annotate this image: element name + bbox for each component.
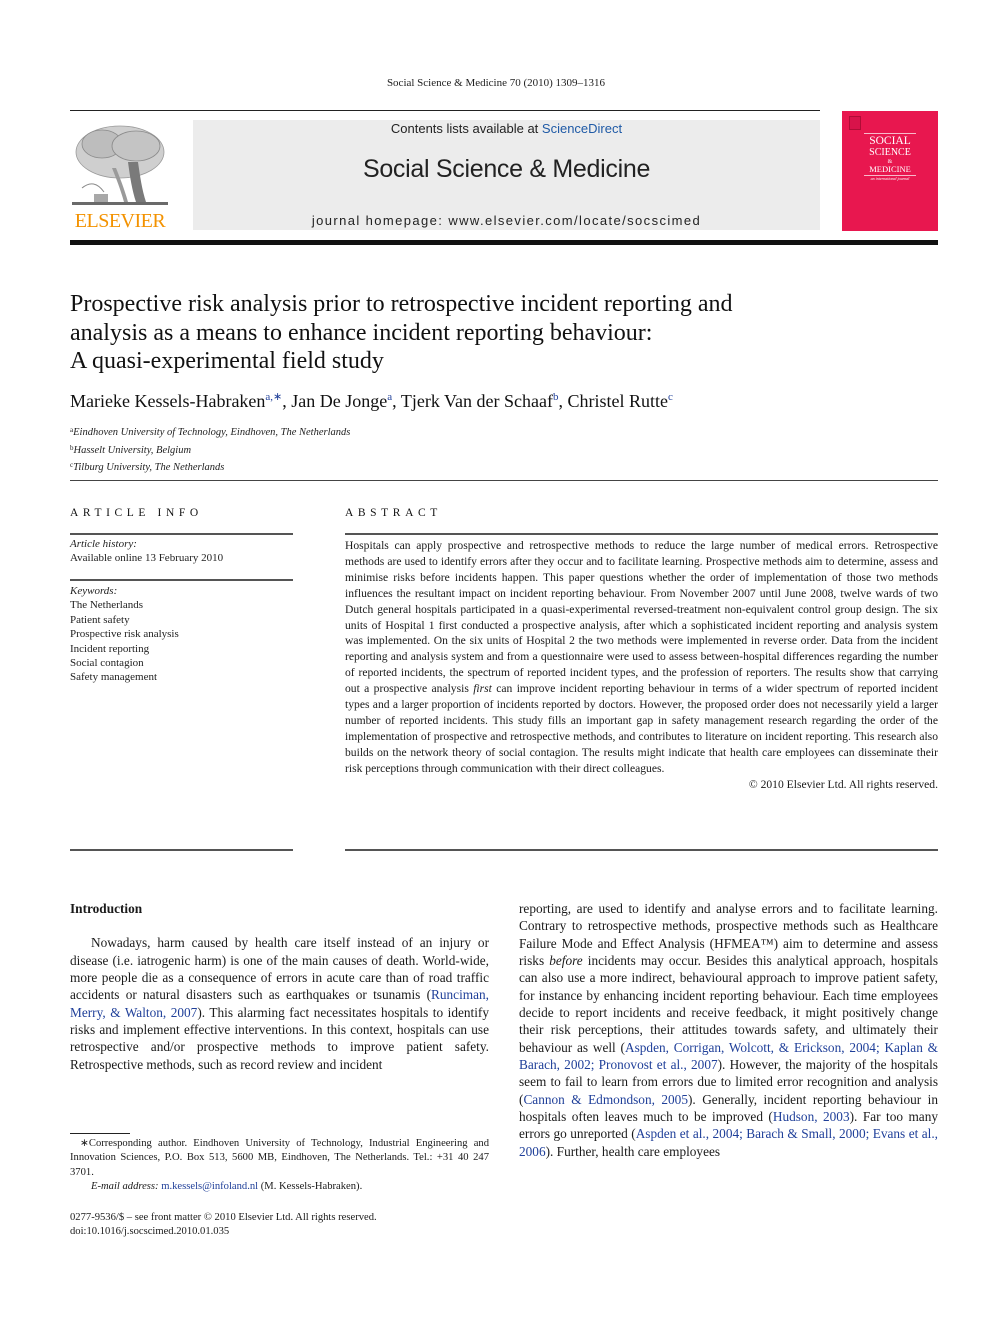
- elsevier-tree-icon: [72, 122, 168, 210]
- keyword-item: Incident reporting: [70, 642, 150, 655]
- affiliation-list: aEindhoven University of Technology, Ein…: [70, 423, 350, 476]
- elsevier-wordmark: ELSEVIER: [74, 210, 166, 232]
- running-head: Social Science & Medicine 70 (2010) 1309…: [386, 77, 606, 89]
- body-paragraph: reporting, are used to identify and anal…: [519, 900, 938, 1160]
- section-heading-introduction: Introduction: [70, 901, 143, 916]
- journal-banner: Contents lists available at ScienceDirec…: [193, 120, 820, 230]
- corresponding-author-footnote: ∗Corresponding author. Eindhoven Univers…: [70, 1137, 489, 1195]
- abstract-text: Hospitals can apply prospective and retr…: [345, 538, 938, 777]
- keyword-item: Safety management: [70, 671, 158, 684]
- cover-title-line: SCIENCE: [869, 147, 911, 158]
- citation-link[interactable]: Cannon & Edmondson, 2005: [523, 1092, 688, 1107]
- publisher-logo[interactable]: ELSEVIER: [70, 120, 170, 232]
- article-info-rule: [70, 533, 293, 535]
- title-line: A quasi-experimental field study: [70, 348, 384, 374]
- article-info-rule: [70, 579, 293, 581]
- title-line: Prospective risk analysis prior to retro…: [70, 291, 733, 317]
- author-list: Marieke Kessels-Habrakena,∗, Jan De Jong…: [70, 390, 930, 412]
- body-text: ). Further, health care employees: [545, 1143, 721, 1159]
- issn-line: 0277-9536/$ – see front matter © 2010 El…: [70, 1212, 377, 1223]
- cover-publisher-icon: [849, 116, 861, 130]
- cover-title-line: MEDICINE: [869, 164, 911, 174]
- affiliation-item: bHasselt University, Belgium: [70, 441, 350, 459]
- masthead-rule: [70, 240, 938, 245]
- article-history-value: Available online 13 February 2010: [70, 552, 224, 565]
- doi-link[interactable]: doi:10.1016/j.socscimed.2010.01.035: [70, 1225, 490, 1239]
- body-paragraph: Nowadays, harm caused by health care its…: [70, 934, 489, 1073]
- author-separator: ,: [392, 391, 401, 411]
- affiliation-text: Tilburg University, The Netherlands: [73, 462, 225, 473]
- abstract-emphasis: first: [473, 682, 492, 696]
- email-link[interactable]: m.kessels@infoland.nl: [161, 1181, 258, 1192]
- section-divider: [70, 480, 938, 481]
- article-history: Article history: Available online 13 Feb…: [70, 537, 293, 566]
- title-line: analysis as a means to enhance incident …: [70, 319, 653, 346]
- abstract-heading: ABSTRACT: [345, 507, 442, 519]
- citation-link[interactable]: Hudson, 2003: [773, 1109, 850, 1124]
- body-text: Nowadays, harm caused by health care its…: [70, 935, 489, 1003]
- affiliation-text: Eindhoven University of Technology, Eind…: [73, 427, 351, 438]
- author-name[interactable]: Tjerk Van der Schaaf: [401, 391, 553, 411]
- contents-line: Contents lists available at ScienceDirec…: [193, 121, 820, 136]
- keywords-label: Keywords:: [70, 585, 118, 597]
- keyword-item: Prospective risk analysis: [70, 628, 179, 641]
- author-affiliation-marker[interactable]: a,∗: [265, 391, 282, 403]
- author-separator: ,: [282, 391, 292, 411]
- email-label: E-mail address:: [91, 1181, 159, 1193]
- abstract-body: Hospitals can apply prospective and retr…: [345, 538, 938, 793]
- article-title: Prospective risk analysis prior to retro…: [70, 290, 870, 376]
- cover-tagline: an international journal: [870, 176, 910, 181]
- email-owner: (M. Kessels-Habraken).: [258, 1181, 363, 1193]
- cover-rule: [864, 133, 916, 134]
- keyword-item: Social contagion: [70, 657, 144, 670]
- affiliation-text: Hasselt University, Belgium: [73, 444, 192, 456]
- author-name[interactable]: Marieke Kessels-Habraken: [70, 391, 265, 411]
- email-line: E-mail address: m.kessels@infoland.nl (M…: [70, 1180, 489, 1194]
- author-name[interactable]: Jan De Jonge: [291, 391, 387, 411]
- contents-prefix: Contents lists available at: [390, 121, 542, 136]
- cover-title-line: SOCIAL: [869, 135, 911, 147]
- keyword-item: Patient safety: [70, 613, 130, 626]
- article-info-heading: ARTICLE INFO: [70, 507, 203, 519]
- affiliation-item: aEindhoven University of Technology, Ein…: [70, 423, 350, 441]
- abstract-rule: [345, 533, 938, 535]
- article-history-label: Article history:: [70, 538, 137, 550]
- affiliation-item: cTilburg University, The Netherlands: [70, 458, 350, 476]
- abstract-copyright: © 2010 Elsevier Ltd. All rights reserved…: [748, 777, 938, 791]
- abstract-rule: [345, 849, 938, 851]
- article-info-rule: [70, 849, 293, 851]
- author-name[interactable]: Christel Rutte: [567, 391, 668, 411]
- author-affiliation-marker[interactable]: c: [668, 391, 673, 403]
- abstract-text-part: can improve incident reporting behaviour…: [345, 682, 938, 775]
- issn-doi-block: 0277-9536/$ – see front matter © 2010 El…: [70, 1211, 490, 1240]
- journal-cover-thumbnail[interactable]: SOCIAL SCIENCE & MEDICINE an internation…: [842, 111, 938, 231]
- sciencedirect-link[interactable]: ScienceDirect: [542, 121, 622, 136]
- journal-title: Social Science & Medicine: [362, 155, 651, 183]
- journal-homepage-link[interactable]: journal homepage: www.elsevier.com/locat…: [193, 213, 820, 228]
- body-column-left: Introduction Nowadays, harm caused by he…: [70, 900, 489, 1073]
- keywords-block: Keywords: The Netherlands Patient safety…: [70, 584, 293, 685]
- abstract-text-part: Hospitals can apply prospective and retr…: [345, 539, 938, 696]
- body-column-right: reporting, are used to identify and anal…: [519, 900, 938, 1160]
- body-emphasis: before: [549, 953, 583, 969]
- corresponding-author-text: ∗Corresponding author. Eindhoven Univers…: [70, 1138, 489, 1178]
- keyword-item: The Netherlands: [70, 599, 143, 612]
- header-rule: [70, 110, 820, 111]
- footnote-rule: [70, 1133, 130, 1134]
